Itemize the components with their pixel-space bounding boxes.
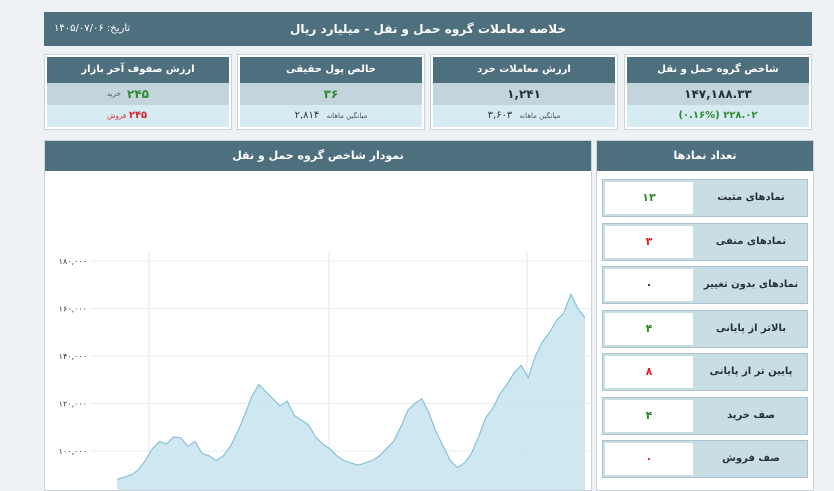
symbol-count-row: صف فروش ۰ <box>602 440 808 478</box>
symbol-count-row: نمادهای مثبت ۱۳ <box>602 179 808 217</box>
symbol-count-value: ۰ <box>605 269 693 301</box>
retail-card-title: ارزش معاملات خرد <box>433 57 615 83</box>
summary-header: خلاصه معاملات گروه حمل و نقل - میلیارد ر… <box>44 12 812 46</box>
symbol-count-row: نمادهای بدون تغییر ۰ <box>602 266 808 304</box>
real-money-card: خالص پول حقیقی ۳۶ میانگین ماهانه ۲,۸۱۴ <box>237 54 425 130</box>
index-card-title: شاخص گروه حمل و نقل <box>627 57 809 83</box>
index-card: شاخص گروه حمل و نقل ۱۴۷,۱۸۸.۳۳ ۲۲۸.۰۲ (۰… <box>624 54 812 130</box>
index-change: ۲۲۸.۰۲ (۰.۱۶%) <box>627 105 809 127</box>
symbol-count-label: صف فروش <box>722 453 780 464</box>
symbol-count-row: پایین تر از پایانی ۸ <box>602 353 808 391</box>
symbol-count-label: نمادهای منفی <box>715 235 787 247</box>
chart-title: نمودار شاخص گروه حمل و نقل <box>45 141 591 171</box>
symbol-count-label: صف خرید <box>726 409 775 421</box>
sell-queue-row: ۲۴۵ فروش <box>47 105 229 127</box>
index-value: ۱۴۷,۱۸۸.۳۳ <box>627 83 809 105</box>
symbol-count-label: بالاتر از پایانی <box>716 322 786 334</box>
retail-value: ۱,۲۴۱ <box>433 83 615 105</box>
symbol-count-value: ۴ <box>605 312 693 345</box>
symbol-count-label: پایین تر از پایانی <box>709 366 793 377</box>
retail-avg: میانگین ماهانه ۳,۶۰۳ <box>433 105 615 127</box>
real-money-value: ۳۶ <box>240 83 422 105</box>
date-label: تاریخ: <box>106 23 131 34</box>
buy-queue-value: ۲۴۵ <box>127 87 149 101</box>
real-money-avg-label: میانگین ماهانه <box>326 112 368 120</box>
chart-y-tick-label: ۱۲۰,۰۰۰ <box>59 400 87 409</box>
symbol-count-value: ۳ <box>605 225 693 258</box>
queues-card-title: ارزش صفوف آخر بازار <box>47 57 229 83</box>
chart-y-tick-label: ۱۸۰,۰۰۰ <box>59 257 87 266</box>
symbol-count-label: نمادهای بدون تغییر <box>703 279 799 290</box>
retail-avg-label: میانگین ماهانه <box>519 112 561 120</box>
date-value: ۱۴۰۵/۰۷/۰۶ <box>54 23 104 34</box>
symbol-count-label: نمادهای مثبت <box>717 192 785 203</box>
symbol-count-value: ۸ <box>605 356 693 388</box>
symbols-panel: تعداد نمادها نمادهای مثبت ۱۳ نمادهای منفی ۳… <box>596 140 814 491</box>
real-money-card-title: خالص پول حقیقی <box>240 57 422 83</box>
symbol-count-row: نمادهای منفی ۳ <box>602 222 808 261</box>
index-chart: ۱۰۰,۰۰۰ ۱۲۰,۰۰۰ ۱۴۰,۰۰۰ ۱۶۰,۰۰۰ ۱۸۰,۰۰۰ <box>59 251 590 490</box>
symbol-count-value: ۱۳ <box>605 182 693 214</box>
page-title: خلاصه معاملات گروه حمل و نقل - میلیارد ر… <box>289 22 567 36</box>
chart-y-tick-label: ۱۶۰,۰۰۰ <box>59 305 87 314</box>
symbols-panel-title: تعداد نمادها <box>597 141 813 171</box>
retail-card: ارزش معاملات خرد ۱,۲۴۱ میانگین ماهانه ۳,… <box>430 54 618 130</box>
real-money-avg-value: ۲,۸۱۴ <box>294 110 320 121</box>
sell-queue-value: ۲۴۵ <box>128 110 148 121</box>
date-display: تاریخ: ۱۴۰۵/۰۷/۰۶ <box>54 12 130 46</box>
symbol-count-value: ۰ <box>605 443 693 475</box>
symbol-count-row: بالاتر از پایانی ۴ <box>602 309 808 348</box>
buy-queue-row: ۲۴۵ خرید <box>47 83 229 105</box>
chart-area-fill <box>117 294 585 490</box>
chart-y-tick-label: ۱۴۰,۰۰۰ <box>59 352 87 361</box>
sell-queue-label: فروش <box>107 112 127 120</box>
real-money-avg: میانگین ماهانه ۲,۸۱۴ <box>240 105 422 127</box>
symbol-count-row: صف خرید ۴ <box>602 396 808 435</box>
buy-queue-label: خرید <box>107 90 121 98</box>
retail-avg-value: ۳,۶۰۳ <box>487 110 513 121</box>
symbol-count-value: ۴ <box>605 399 693 432</box>
queues-card: ارزش صفوف آخر بازار ۲۴۵ خرید ۲۴۵ فروش <box>44 54 232 130</box>
chart-y-tick-label: ۱۰۰,۰۰۰ <box>59 447 87 456</box>
index-chart-panel: نمودار شاخص گروه حمل و نقل ۱۰۰,۰۰۰ ۱۲۰,۰۰… <box>44 140 592 491</box>
